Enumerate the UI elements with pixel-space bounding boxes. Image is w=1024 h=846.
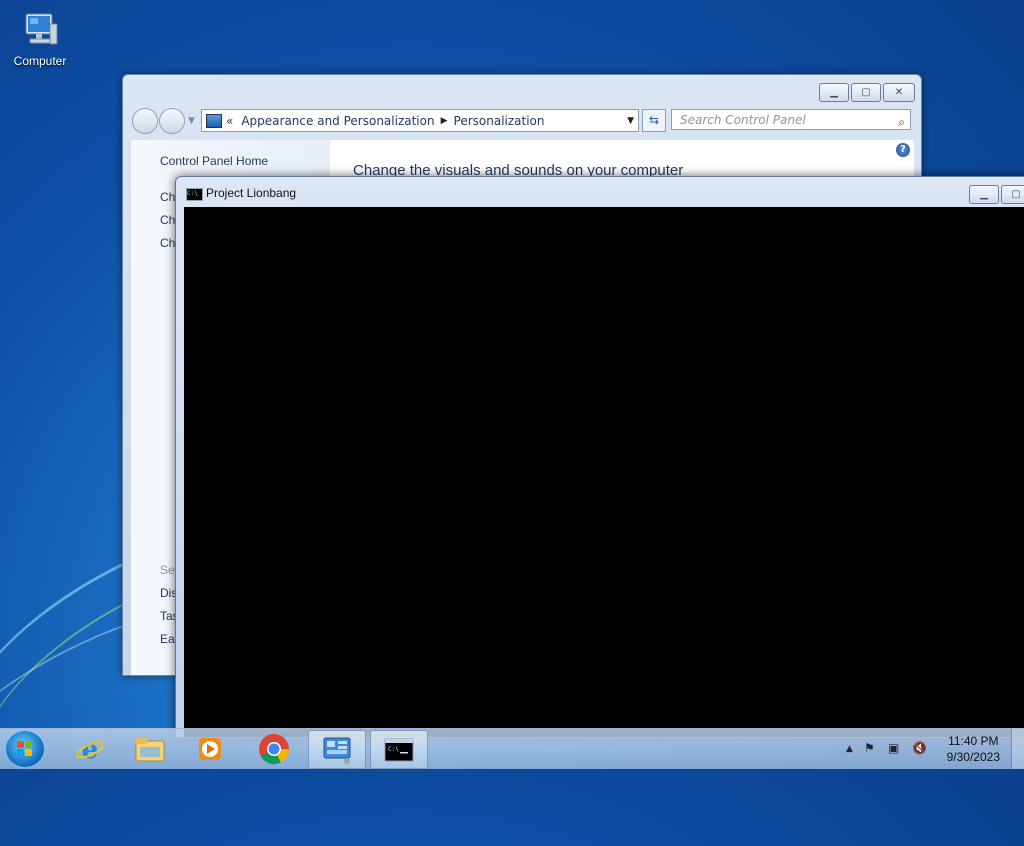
minimize-icon: ▁ — [980, 188, 988, 200]
show-desktop-button[interactable] — [1011, 729, 1024, 769]
start-button[interactable] — [6, 731, 44, 767]
breadcrumb-arrow-icon[interactable]: ▶ — [441, 116, 448, 126]
svg-text:e: e — [82, 735, 99, 764]
console-window-controls: ▁ ▢ — [969, 185, 1024, 204]
desktop-icon-label: Computer — [13, 54, 67, 68]
maximize-icon: ▢ — [861, 86, 871, 98]
console-title: Project Lionbang — [206, 186, 297, 200]
minimize-icon: ▁ — [830, 86, 838, 98]
svg-text:C:\: C:\ — [388, 746, 399, 753]
taskbar-chrome[interactable] — [246, 730, 302, 767]
desktop-icon-computer[interactable]: Computer — [8, 8, 72, 68]
close-button[interactable]: ✕ — [883, 83, 915, 102]
close-icon: ✕ — [894, 86, 904, 98]
search-icon[interactable]: ⌕ — [898, 112, 905, 133]
control-panel-home-link[interactable]: Control Panel Home — [160, 154, 268, 168]
search-input[interactable]: Search Control Panel ⌕ — [671, 109, 911, 130]
media-player-icon — [199, 737, 221, 760]
breadcrumb-personalization[interactable]: Personalization — [454, 114, 545, 128]
address-dropdown-icon[interactable]: ▼ — [627, 116, 634, 126]
control-panel-icon — [206, 113, 222, 128]
navigation-buttons: ▼ — [132, 108, 195, 134]
taskbar-windows-explorer[interactable] — [122, 730, 178, 767]
recent-pages-dropdown-icon[interactable]: ▼ — [188, 116, 195, 126]
network-icon[interactable]: ▣ — [888, 741, 899, 755]
cmd-icon: C:\ — [186, 188, 203, 201]
maximize-button[interactable]: ▢ — [851, 83, 881, 102]
left-task-link-2[interactable]: Ch — [160, 213, 175, 227]
taskbar-media-player[interactable] — [182, 730, 238, 767]
control-panel-icon — [323, 737, 351, 764]
help-icon: ? — [900, 144, 906, 155]
volume-muted-icon[interactable]: 🔇 — [912, 741, 927, 755]
console-maximize-button[interactable]: ▢ — [1001, 185, 1024, 204]
forward-button[interactable] — [159, 108, 185, 134]
minimize-button[interactable]: ▁ — [819, 83, 849, 102]
console-minimize-button[interactable]: ▁ — [969, 185, 999, 204]
show-hidden-icons-button[interactable]: ▲ — [846, 744, 853, 754]
computer-icon — [20, 10, 60, 50]
clock-time: 11:40 PM — [948, 734, 999, 748]
taskbar-control-panel[interactable] — [308, 730, 366, 769]
left-task-link-1[interactable]: Ch — [160, 190, 175, 204]
refresh-button[interactable]: ⇆ — [642, 109, 666, 132]
clock[interactable]: 11:40 PM 9/30/2023 — [947, 733, 1000, 765]
breadcrumb-overflow[interactable]: « — [226, 114, 233, 128]
console-output-area[interactable] — [184, 207, 1024, 737]
clock-date: 9/30/2023 — [946, 750, 1000, 764]
taskbar-command-prompt[interactable]: C:\ — [370, 730, 428, 769]
taskbar-internet-explorer[interactable]: e — [62, 730, 118, 767]
windows-logo-icon — [17, 741, 33, 757]
maximize-icon: ▢ — [1011, 188, 1021, 200]
chrome-icon — [259, 733, 290, 764]
address-bar[interactable]: « Appearance and Personalization ▶ Perso… — [201, 109, 639, 132]
back-button[interactable] — [132, 108, 158, 134]
window-controls: ▁ ▢ ✕ — [819, 83, 915, 102]
search-placeholder: Search Control Panel — [680, 113, 806, 127]
action-center-flag-icon[interactable]: ⚑ — [864, 741, 875, 755]
console-window[interactable]: C:\ Project Lionbang ▁ ▢ — [175, 176, 1024, 738]
left-task-link-3[interactable]: Ch — [160, 236, 175, 250]
cmd-icon: C:\ — [384, 738, 414, 761]
ie-icon: e — [76, 735, 104, 764]
folder-icon — [135, 737, 165, 761]
taskbar: e C:\ ▲ ⚑ ▣ 🔇 11:40 PM 9/30/2023 — [0, 728, 1024, 769]
refresh-icon: ⇆ — [648, 113, 660, 127]
system-tray: ▲ ⚑ ▣ 🔇 11:40 PM 9/30/2023 — [834, 729, 1024, 769]
help-button[interactable]: ? — [896, 143, 910, 157]
breadcrumb-appearance[interactable]: Appearance and Personalization — [241, 114, 434, 128]
